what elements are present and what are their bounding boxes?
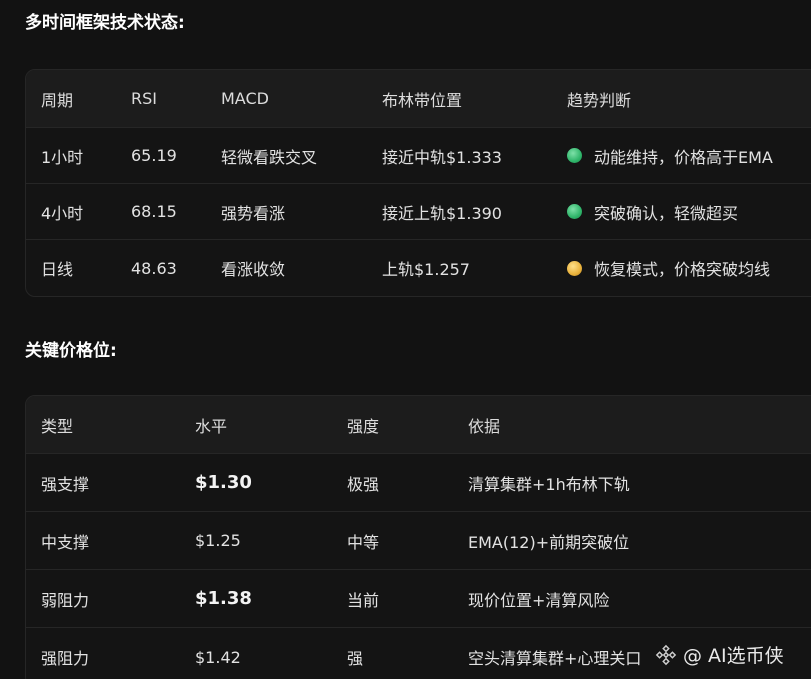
green-circle-icon bbox=[567, 148, 582, 163]
basis-cell: EMA(12)+前期突破位 bbox=[468, 532, 630, 552]
binance-square-icon bbox=[655, 644, 677, 665]
strength-cell: 当前 bbox=[347, 590, 380, 610]
header-macd: MACD bbox=[221, 89, 269, 108]
strength-cell: 中等 bbox=[347, 532, 380, 552]
trend-text: 恢复模式，价格突破均线 bbox=[594, 260, 771, 279]
strength-cell: 强 bbox=[347, 649, 364, 668]
macd-cell: 轻微看跌交叉 bbox=[221, 147, 318, 167]
period-cell: 4小时 bbox=[41, 203, 84, 223]
header-level: 水平 bbox=[195, 416, 228, 436]
timeframe-table: 周期 RSI MACD 布林带位置 趋势判断 1小时 65.19 轻微看跌交叉 … bbox=[25, 69, 811, 297]
level-cell: $1.42 bbox=[195, 647, 241, 667]
strength-cell: 极强 bbox=[347, 474, 380, 494]
macd-cell: 看涨收敛 bbox=[221, 260, 286, 279]
table-row: 4小时 68.15 强势看涨 接近上轨$1.390 突破确认，轻微超买 bbox=[26, 184, 811, 240]
type-cell: 中支撑 bbox=[41, 532, 90, 552]
page: 多时间框架技术状态: 周期 RSI MACD 布林带位置 趋势判断 1小时 65… bbox=[0, 0, 811, 679]
table-row: 1小时 65.19 轻微看跌交叉 接近中轨$1.333 动能维持，价格高于EMA bbox=[26, 128, 811, 184]
header-rsi: RSI bbox=[131, 89, 157, 108]
type-cell: 强支撑 bbox=[41, 474, 90, 494]
table-row: 强支撑 $1.30 极强 清算集群+1h布林下轨 bbox=[26, 454, 811, 512]
table-row: 日线 48.63 看涨收敛 上轨$1.257 恢复模式，价格突破均线 bbox=[26, 240, 811, 296]
trend-cell: 动能维持，价格高于EMA bbox=[567, 128, 773, 183]
header-strength: 强度 bbox=[347, 416, 380, 436]
bollinger-cell: 接近中轨$1.333 bbox=[382, 147, 502, 167]
level-cell: $1.38 bbox=[195, 588, 252, 609]
rsi-cell: 68.15 bbox=[131, 202, 177, 221]
rsi-cell: 65.19 bbox=[131, 146, 177, 165]
bollinger-cell: 上轨$1.257 bbox=[382, 260, 470, 279]
rsi-cell: 48.63 bbox=[131, 258, 177, 278]
section-title-key-levels: 关键价格位: bbox=[25, 341, 117, 361]
period-cell: 日线 bbox=[41, 260, 74, 279]
section-title-timeframes: 多时间框架技术状态: bbox=[25, 13, 185, 33]
level-cell: $1.30 bbox=[195, 472, 252, 493]
price-levels-table: 类型 水平 强度 依据 强支撑 $1.30 极强 清算集群+1h布林下轨 中支撑… bbox=[25, 395, 811, 679]
table-row: 中支撑 $1.25 中等 EMA(12)+前期突破位 bbox=[26, 512, 811, 570]
watermark-text: @ AI选币侠 bbox=[683, 645, 784, 667]
period-cell: 1小时 bbox=[41, 147, 84, 167]
trend-cell: 突破确认，轻微超买 bbox=[567, 184, 738, 239]
green-circle-icon bbox=[567, 204, 582, 219]
basis-cell: 清算集群+1h布林下轨 bbox=[468, 474, 630, 494]
header-period: 周期 bbox=[41, 90, 74, 110]
bollinger-cell: 接近上轨$1.390 bbox=[382, 203, 502, 223]
macd-cell: 强势看涨 bbox=[221, 203, 286, 223]
table-header-row: 类型 水平 强度 依据 bbox=[26, 396, 811, 454]
trend-text: 动能维持，价格高于EMA bbox=[594, 147, 773, 167]
yellow-circle-icon bbox=[567, 260, 582, 276]
header-type: 类型 bbox=[41, 416, 74, 436]
basis-cell: 现价位置+清算风险 bbox=[468, 590, 610, 610]
header-basis: 依据 bbox=[468, 416, 501, 436]
header-trend: 趋势判断 bbox=[567, 90, 632, 110]
header-bollinger: 布林带位置 bbox=[382, 90, 463, 110]
table-row: 弱阻力 $1.38 当前 现价位置+清算风险 bbox=[26, 570, 811, 628]
type-cell: 强阻力 bbox=[41, 649, 90, 668]
trend-cell: 恢复模式，价格突破均线 bbox=[567, 240, 770, 296]
watermark: @ AI选币侠 bbox=[655, 641, 784, 668]
level-cell: $1.25 bbox=[195, 531, 241, 550]
table-header-row: 周期 RSI MACD 布林带位置 趋势判断 bbox=[26, 70, 811, 128]
trend-text: 突破确认，轻微超买 bbox=[594, 203, 739, 223]
basis-cell: 空头清算集群+心理关口 bbox=[468, 649, 642, 668]
type-cell: 弱阻力 bbox=[41, 590, 90, 610]
